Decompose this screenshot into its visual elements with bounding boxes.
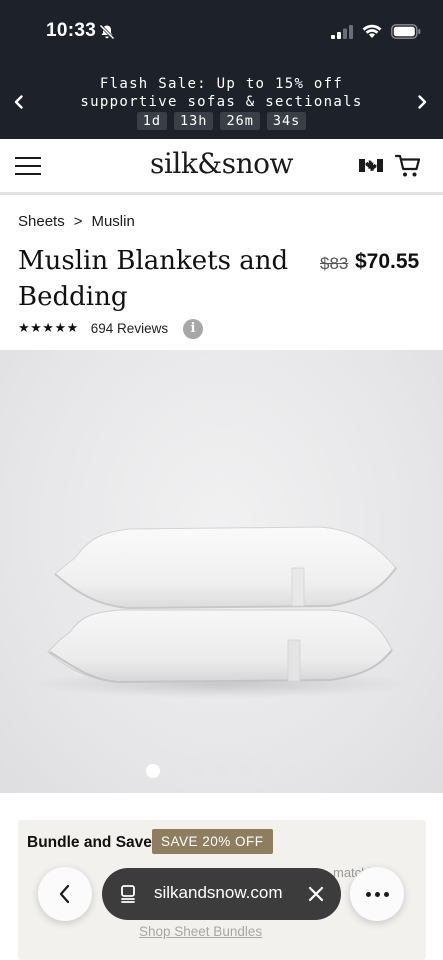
promo-next-icon[interactable]	[414, 94, 430, 110]
status-time: 10:33	[46, 20, 97, 41]
breadcrumb: Sheets > Muslin	[18, 213, 135, 230]
url-text[interactable]: silkandsnow.com	[154, 883, 283, 903]
site-header: silk&snow	[0, 139, 443, 195]
more-dot	[365, 891, 371, 897]
more-options-button[interactable]	[350, 867, 404, 921]
carousel-dot[interactable]	[237, 764, 252, 778]
tabs-icon[interactable]	[120, 885, 138, 903]
sale-price: $70.55	[355, 250, 420, 273]
promo-prev-icon[interactable]	[11, 94, 27, 110]
product-title: Muslin Blankets and Bedding	[18, 246, 289, 312]
info-icon[interactable]: i	[183, 319, 203, 339]
close-icon[interactable]	[307, 885, 325, 903]
promo-text[interactable]: Flash Sale: Up to 15% off supportive sof…	[50, 75, 393, 111]
carousel-dot[interactable]	[191, 764, 206, 778]
chevron-left-icon	[59, 884, 70, 904]
carousel-dot[interactable]	[283, 764, 298, 778]
review-count[interactable]: 694 Reviews	[91, 321, 168, 336]
bundle-title: Bundle and Save	[27, 834, 152, 851]
status-indicators	[331, 24, 421, 39]
breadcrumb-current[interactable]: Muslin	[91, 213, 134, 230]
countdown-timer: 1d 13h 26m 34s	[0, 112, 443, 130]
product-image[interactable]	[0, 350, 443, 793]
cart-icon[interactable]	[395, 154, 421, 178]
star-rating: ★★★★★	[18, 320, 79, 335]
countdown-days: 1d	[136, 112, 168, 130]
battery-icon	[391, 24, 421, 39]
wifi-icon	[362, 24, 382, 38]
breadcrumb-sheets-link[interactable]: Sheets	[18, 213, 65, 230]
promo-banner: 10:33 Flash Sale: Up to 15% off supporti…	[0, 0, 443, 139]
countdown-seconds: 34s	[266, 112, 307, 130]
pillow-stack-illustration	[32, 526, 412, 698]
rating-row[interactable]: ★★★★★ 694 Reviews	[18, 320, 168, 336]
carousel-dot[interactable]	[214, 764, 229, 778]
bell-muted-icon	[99, 24, 115, 40]
carousel-dot[interactable]	[168, 764, 183, 778]
original-price: $83	[320, 254, 349, 273]
canada-flag-icon[interactable]	[359, 158, 383, 173]
browser-back-button[interactable]	[38, 867, 92, 921]
signal-icon	[331, 24, 353, 39]
bundle-badge: SAVE 20% OFF	[152, 829, 273, 854]
breadcrumb-separator: >	[73, 213, 83, 230]
shop-bundles-link[interactable]: Shop Sheet Bundles	[139, 924, 262, 939]
more-dot	[374, 891, 380, 897]
carousel-dot[interactable]	[145, 764, 160, 778]
browser-url-bar[interactable]: silkandsnow.com	[102, 868, 341, 920]
countdown-hours: 13h	[174, 112, 214, 130]
countdown-minutes: 26m	[220, 112, 260, 130]
carousel-dots	[0, 764, 443, 778]
carousel-dot[interactable]	[260, 764, 275, 778]
more-dot	[383, 891, 389, 897]
